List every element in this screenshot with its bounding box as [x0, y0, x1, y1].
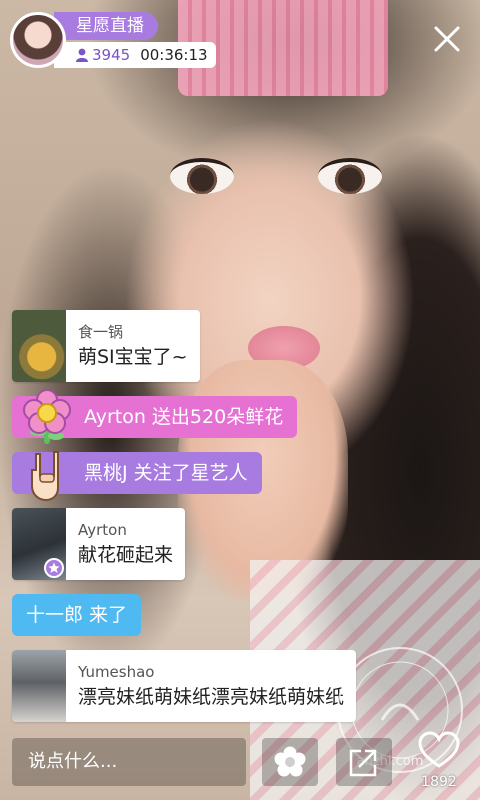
flower-icon	[23, 389, 71, 444]
flower-icon	[274, 746, 306, 777]
heart-icon	[418, 731, 460, 768]
chat-message[interactable]: Yumeshao 漂亮妹纸萌妹纸漂亮妹纸萌妹纸	[12, 650, 357, 722]
like-count: 1892	[421, 774, 457, 790]
chat-text: 漂亮妹纸萌妹纸漂亮妹纸萌妹纸	[78, 686, 345, 708]
follow-action: 关注了星艺人	[127, 462, 248, 484]
person-icon	[76, 48, 88, 62]
join-text: 十一郎 来了	[12, 594, 142, 636]
live-timer: 00:36:13	[140, 46, 208, 64]
share-button[interactable]	[336, 738, 392, 786]
chat-message[interactable]: 食一锅 萌SI宝宝了~	[12, 310, 200, 382]
chat-input[interactable]: 说点什么...	[12, 738, 246, 786]
anchor-avatar[interactable]	[10, 12, 66, 68]
user-avatar[interactable]	[12, 650, 66, 722]
star-icon	[48, 562, 60, 573]
gift-user[interactable]: Ayrton	[84, 406, 146, 428]
left-eye	[170, 158, 234, 194]
anchor-card[interactable]: 星愿直播 3945 00:36:13	[10, 12, 216, 68]
chat-message[interactable]: Ayrton 献花砸起来	[12, 508, 186, 580]
vip-badge	[44, 558, 64, 578]
share-icon	[349, 749, 377, 777]
chat-text: 献花砸起来	[78, 544, 174, 566]
chat-text: 萌SI宝宝了~	[78, 346, 188, 368]
close-button[interactable]	[428, 20, 466, 58]
join-notice: 十一郎 来了	[12, 594, 142, 636]
follow-user[interactable]: 黑桃J	[84, 462, 128, 484]
send-flower-button[interactable]	[262, 738, 318, 786]
anchor-stats: 3945 00:36:13	[54, 42, 216, 68]
gift-notice: Ayrton 送出520朵鲜花	[12, 389, 298, 444]
like-button[interactable]: 1892	[414, 730, 464, 796]
anchor-name: 星愿直播	[54, 12, 158, 40]
chat-username: Ayrton	[78, 521, 127, 539]
rock-hand-icon	[31, 451, 59, 502]
follow-notice: 黑桃J 关注了星艺人	[12, 451, 262, 502]
chat-username: 食一锅	[78, 323, 124, 341]
right-eye	[318, 158, 382, 194]
gift-action: 送出520朵鲜花	[145, 406, 284, 428]
user-avatar[interactable]	[12, 508, 66, 580]
close-icon	[434, 26, 460, 52]
chat-username: Yumeshao	[78, 663, 155, 681]
viewer-count: 3945	[92, 46, 131, 64]
user-avatar[interactable]	[12, 310, 66, 382]
